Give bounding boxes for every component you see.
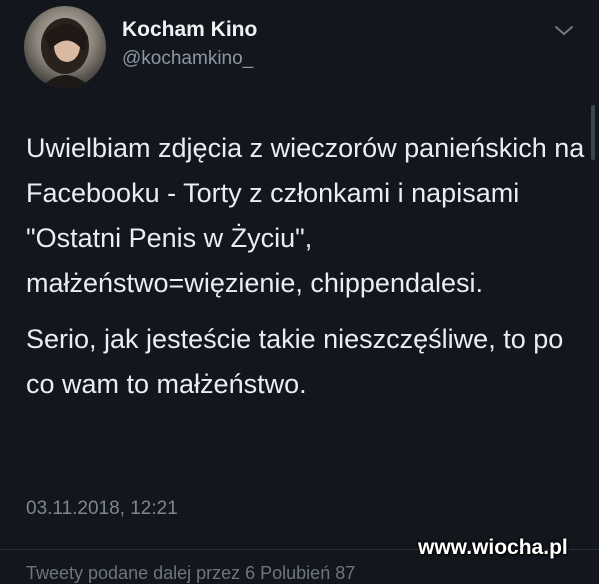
user-handle[interactable]: @kochamkino_ — [122, 48, 253, 70]
tweet-text: Uwielbiam zdjęcia z wieczorów panieńskic… — [26, 126, 586, 407]
scrollbar-thumb[interactable] — [591, 105, 595, 160]
chevron-down-icon[interactable] — [552, 22, 576, 40]
tweet-paragraph: Uwielbiam zdjęcia z wieczorów panieńskic… — [26, 133, 585, 298]
watermark: www.wiocha.pl — [418, 536, 568, 559]
tweet-paragraph: Serio, jak jesteście takie nieszczęśliwe… — [26, 324, 564, 399]
display-name[interactable]: Kocham Kino — [122, 18, 257, 42]
engagement-stats[interactable]: Tweety podane dalej przez 6 Polubień 87 — [26, 563, 355, 584]
avatar[interactable] — [24, 6, 106, 88]
tweet-timestamp[interactable]: 03.11.2018, 12:21 — [26, 498, 178, 520]
tweet-header: Kocham Kino @kochamkino_ — [0, 0, 599, 90]
